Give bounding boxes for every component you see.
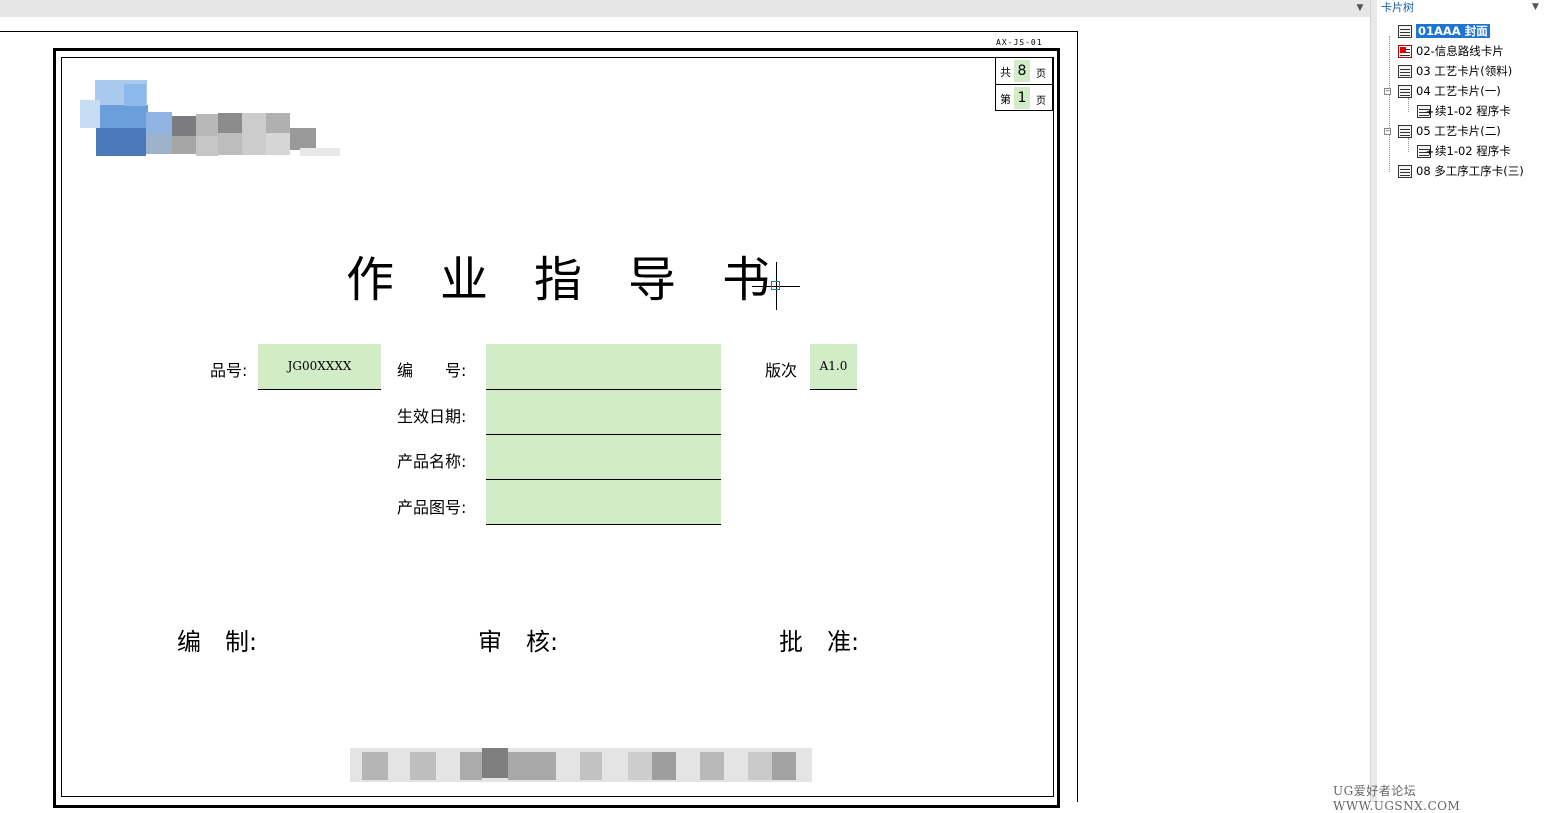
tree-collapse-toggle[interactable]: −	[1384, 88, 1391, 95]
tree-item-label: 08 多工序工序卡(三)	[1416, 164, 1524, 178]
tree-item-label: 续1-02 程序卡	[1435, 144, 1511, 158]
tree-collapse-toggle[interactable]: −	[1384, 128, 1391, 135]
tree-connector	[1408, 138, 1409, 152]
tree-item-label: 05 工艺卡片(二)	[1416, 124, 1501, 138]
approved-by-label: 批 准:	[779, 628, 860, 656]
sheet-code: AX-JS-01	[996, 38, 1043, 47]
number-label: 编 号:	[397, 361, 467, 380]
card-tree-dropdown-icon[interactable]: ▼	[1532, 2, 1539, 12]
tree-item-program-card-2[interactable]: 续1-02 程序卡	[1417, 142, 1511, 162]
tree-item-label: 04 工艺卡片(一)	[1416, 84, 1501, 98]
card-grid-icon	[1398, 125, 1412, 138]
product-drawing-label: 产品图号:	[397, 498, 467, 517]
page-current-label: 第	[1000, 93, 1011, 106]
card-grid-icon	[1398, 25, 1412, 38]
tree-item-label: 01AAA 封面	[1416, 24, 1490, 38]
page-total-value[interactable]: 8	[1014, 60, 1030, 82]
panel-splitter[interactable]	[1370, 0, 1377, 802]
prepared-by-label: 编 制:	[177, 628, 258, 656]
product-drawing-field[interactable]	[486, 480, 721, 525]
tree-item-route-card[interactable]: 02-信息路线卡片	[1398, 42, 1504, 60]
tree-connector	[1389, 36, 1390, 172]
card-tree-title: 卡片树	[1381, 1, 1414, 14]
tree-item-process-card-1[interactable]: 04 工艺卡片(一)	[1398, 82, 1501, 100]
card-grid-icon	[1398, 165, 1412, 178]
tree-connector	[1408, 98, 1409, 112]
part-no-field[interactable]: JG00XXXX	[258, 344, 381, 390]
product-name-label: 产品名称:	[397, 452, 467, 471]
document-title: 作业指导书	[346, 252, 817, 308]
sub-card-icon	[1417, 144, 1434, 162]
page-current-row: 第 1 页	[996, 85, 1052, 111]
tree-item-program-card-1[interactable]: 续1-02 程序卡	[1417, 102, 1511, 122]
page-total-label: 共	[1000, 66, 1011, 79]
revision-label: 版次	[765, 361, 798, 380]
page-current-value[interactable]: 1	[1014, 87, 1030, 109]
forum-watermark: UG爱好者论坛 WWW.UGSNX.COM	[1333, 784, 1461, 813]
sub-card-icon	[1417, 104, 1434, 122]
reviewed-by-label: 审 核:	[478, 628, 559, 656]
effective-date-label: 生效日期:	[397, 407, 467, 426]
effective-date-field[interactable]	[486, 390, 721, 435]
part-no-label: 品号:	[210, 361, 248, 380]
page-total-row: 共 8 页	[996, 58, 1052, 85]
tree-item-label: 02-信息路线卡片	[1416, 44, 1504, 58]
toolbar-dropdown-icon[interactable]: ▼	[1353, 0, 1367, 17]
card-grid-icon	[1398, 65, 1412, 78]
card-grid-icon	[1398, 85, 1412, 98]
number-field[interactable]	[486, 344, 721, 390]
top-toolbar-strip	[0, 0, 1370, 17]
revision-field[interactable]: A1.0	[810, 344, 857, 390]
page-current-unit: 页	[1036, 96, 1046, 107]
crosshair-pickbox-icon	[771, 281, 780, 290]
page-total-unit: 页	[1036, 69, 1046, 80]
tree-item-label: 续1-02 程序卡	[1435, 104, 1511, 118]
page-counter-box: 共 8 页 第 1 页	[995, 57, 1053, 111]
tree-item-process-card-material[interactable]: 03 工艺卡片(领料)	[1398, 62, 1512, 80]
tree-item-cover[interactable]: 01AAA 封面	[1398, 22, 1490, 40]
product-name-field[interactable]	[486, 435, 721, 480]
tree-item-label: 03 工艺卡片(领料)	[1416, 64, 1513, 78]
tree-item-multi-process-card[interactable]: 08 多工序工序卡(三)	[1398, 162, 1524, 180]
tree-item-process-card-2[interactable]: 05 工艺卡片(二)	[1398, 122, 1501, 140]
route-card-icon	[1398, 45, 1412, 58]
